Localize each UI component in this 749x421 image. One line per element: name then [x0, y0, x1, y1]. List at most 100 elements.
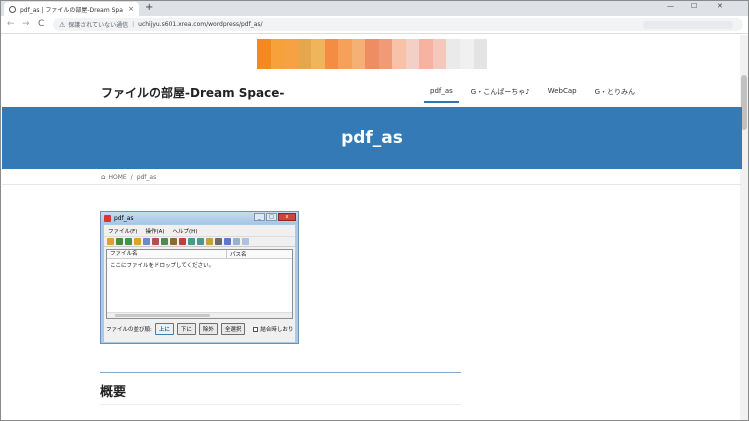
- breadcrumb-current: pdf_as: [136, 173, 157, 181]
- app-maximize-icon: □: [266, 213, 277, 221]
- app-menu-file: ファイル(F): [108, 228, 138, 235]
- section-rule: [100, 372, 461, 373]
- address-bar[interactable]: ⚠ 保護されていない通信 | uchijyu.s601.xrea.com/wor…: [53, 18, 743, 31]
- app-menu-action: 操作(A): [145, 228, 165, 235]
- forward-button[interactable]: →: [22, 19, 30, 29]
- app-toolbar-icon: [125, 238, 132, 245]
- move-up-button: 上に: [154, 323, 174, 335]
- browser-toolbar: ← → C ⚠ 保護されていない通信 | uchijyu.s601.xrea.c…: [1, 16, 748, 34]
- security-status[interactable]: 保護されていない通信: [68, 20, 128, 29]
- ad-pixel: [311, 39, 325, 69]
- ad-pixel: [338, 39, 352, 69]
- sort-order-label: ファイルの並び順:: [106, 327, 152, 333]
- page-title: pdf_as: [341, 128, 403, 148]
- address-separator: |: [132, 21, 135, 28]
- ad-pixel: [473, 39, 488, 69]
- app-bottombar: ファイルの並び順: 上に 下に 除外 全選択 結合時しおり: [106, 323, 293, 335]
- app-toolbar-icon: [170, 238, 177, 245]
- app-minimize-icon: _: [254, 213, 265, 221]
- ad-pixel: [392, 39, 406, 69]
- close-tab-icon[interactable]: ×: [128, 5, 134, 13]
- app-toolbar-icon: [215, 238, 222, 245]
- app-file-list: ファイル名 パス名 ここにファイルをドロップしてください。: [106, 249, 293, 319]
- ad-pixel: [432, 39, 447, 69]
- page-scrollbar[interactable]: [740, 35, 748, 420]
- ad-pixel: [365, 39, 379, 69]
- app-toolbar-icon: [134, 238, 141, 245]
- exclude-button: 除外: [198, 323, 218, 335]
- ad-pixel: [270, 39, 285, 69]
- ad-pixel: [284, 39, 298, 69]
- app-close-icon: x: [278, 213, 296, 221]
- app-list-header: ファイル名 パス名: [107, 250, 292, 259]
- breadcrumb-separator: /: [130, 173, 133, 181]
- browser-tab[interactable]: pdf_as | ファイルの部屋-Dream Spa ×: [4, 2, 139, 16]
- breadcrumb-home[interactable]: HOME: [108, 174, 126, 181]
- bookmark-checkbox-label: 結合時しおり: [260, 327, 294, 333]
- site-title[interactable]: ファイルの部屋-Dream Space-: [101, 84, 284, 101]
- app-toolbar-icon: [143, 238, 150, 245]
- app-title: pdf_as: [114, 214, 134, 222]
- minimize-button[interactable]: —: [667, 2, 674, 10]
- app-hscrollbar: [107, 312, 292, 318]
- new-tab-button[interactable]: +: [145, 2, 153, 14]
- ad-pixel: [257, 39, 271, 69]
- breadcrumb-divider: [2, 184, 742, 185]
- url-text[interactable]: uchijyu.s601.xrea.com/wordpress/pdf_as/: [138, 21, 262, 28]
- checkbox-box: [253, 326, 259, 332]
- app-body: ファイル(F) 操作(A) ヘルプ(H) ファイル名 パス名 ここにファイルをド…: [104, 225, 295, 342]
- app-toolbar-icon: [161, 238, 168, 245]
- app-toolbar-icon: [116, 238, 123, 245]
- nav-item-torimin[interactable]: G・とりみん: [586, 81, 644, 103]
- nav-item-compacha[interactable]: G・こんぱーちゃ♪: [462, 81, 539, 103]
- section-heading: 概要: [100, 385, 127, 400]
- home-icon: ⌂: [101, 173, 106, 181]
- nav-item-webcap[interactable]: WebCap: [539, 81, 586, 103]
- pdf-app-icon: [104, 214, 111, 222]
- close-window-button[interactable]: ✕: [717, 2, 723, 10]
- app-toolbar-icon: [197, 238, 204, 245]
- ad-pixel: [378, 39, 393, 69]
- ad-pixel: [297, 39, 312, 69]
- ad-pixel: [446, 39, 460, 69]
- app-toolbar-icon: [179, 238, 186, 245]
- app-window-controls: _ □ x: [253, 213, 296, 221]
- tab-title: pdf_as | ファイルの部屋-Dream Spa: [20, 6, 123, 14]
- app-menubar: ファイル(F) 操作(A) ヘルプ(H): [104, 225, 295, 236]
- bookmark-checkbox: 結合時しおり: [253, 325, 293, 333]
- app-screenshot: pdf_as _ □ x ファイル(F) 操作(A) ヘルプ(H) ファイル名 …: [100, 211, 299, 344]
- ad-pixel: [419, 39, 433, 69]
- app-toolbar-icon: [188, 238, 195, 245]
- column-filename: ファイル名: [107, 250, 227, 258]
- ad-pixel: [324, 39, 339, 69]
- app-toolbar-icon: [242, 238, 249, 245]
- main-nav: pdf_as G・こんぱーちゃ♪ WebCap G・とりみん: [421, 81, 644, 103]
- column-path: パス名: [230, 252, 247, 258]
- browser-window: pdf_as | ファイルの部屋-Dream Spa × + — ☐ ✕ ← →…: [0, 0, 749, 421]
- breadcrumb: ⌂ HOME / pdf_as: [101, 173, 156, 181]
- app-toolbar: [104, 236, 295, 247]
- section-underline: [100, 404, 461, 405]
- nav-item-pdf-as[interactable]: pdf_as: [421, 81, 462, 103]
- ad-pixel: [405, 39, 420, 69]
- app-toolbar-icon: [224, 238, 231, 245]
- back-button[interactable]: ←: [7, 19, 15, 29]
- app-titlebar: pdf_as _ □ x: [101, 212, 298, 224]
- tab-strip: pdf_as | ファイルの部屋-Dream Spa × + — ☐ ✕: [1, 1, 748, 16]
- app-hscroll-thumb: [115, 314, 210, 317]
- app-toolbar-icon: [107, 238, 114, 245]
- ad-pixel: [459, 39, 474, 69]
- warning-icon: ⚠: [59, 20, 66, 29]
- app-toolbar-icon: [152, 238, 159, 245]
- move-down-button: 下に: [176, 323, 196, 335]
- maximize-button[interactable]: ☐: [691, 2, 697, 10]
- globe-icon: [9, 5, 16, 13]
- app-toolbar-icon: [206, 238, 213, 245]
- reload-button[interactable]: C: [38, 19, 44, 29]
- blurred-extension-area: [643, 21, 733, 29]
- app-menu-help: ヘルプ(H): [172, 228, 198, 235]
- select-all-button: 全選択: [220, 323, 246, 335]
- page-hero: pdf_as: [2, 107, 742, 169]
- ad-banner[interactable]: [257, 39, 488, 69]
- app-toolbar-icon: [233, 238, 240, 245]
